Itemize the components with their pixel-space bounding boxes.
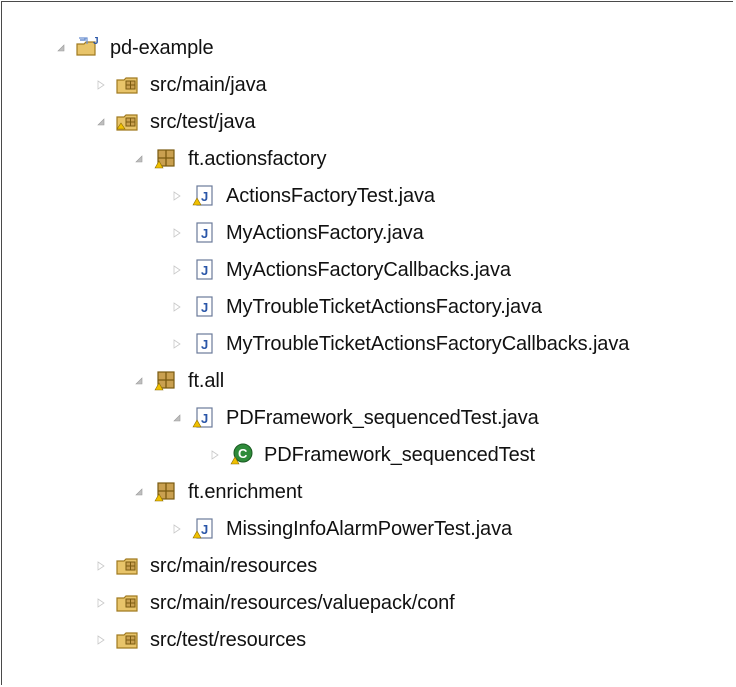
expanded-arrow-icon[interactable] xyxy=(130,372,148,390)
tree-item-file[interactable]: J MissingInfoAlarmPowerTest.java xyxy=(168,511,512,547)
expanded-arrow-icon[interactable] xyxy=(130,483,148,501)
tree-item-src-test-resources[interactable]: src/test/resources xyxy=(92,622,306,658)
source-folder-icon xyxy=(115,590,141,616)
java-file-icon: J xyxy=(191,294,217,320)
tree-item-label: ActionsFactoryTest.java xyxy=(226,184,435,207)
svg-text:J: J xyxy=(201,189,208,204)
tree-item-label: ft.actionsfactory xyxy=(188,147,327,170)
tree-item-src-main-resources[interactable]: src/main/resources xyxy=(92,548,317,584)
expanded-arrow-icon[interactable] xyxy=(168,409,186,427)
tree-item-label: ft.all xyxy=(188,369,225,392)
package-icon xyxy=(153,479,179,505)
java-file-icon: J xyxy=(191,331,217,357)
package-icon xyxy=(153,368,179,394)
tree-item-label: ft.enrichment xyxy=(188,480,303,503)
collapsed-arrow-icon[interactable] xyxy=(92,76,110,94)
tree-item-file[interactable]: J MyActionsFactory.java xyxy=(168,215,424,251)
tree-item-file[interactable]: J MyActionsFactoryCallbacks.java xyxy=(168,252,511,288)
tree-item-valuepack-conf[interactable]: src/main/resources/valuepack/conf xyxy=(92,585,455,621)
tree-item-label: MyActionsFactoryCallbacks.java xyxy=(226,258,511,281)
tree-item-label: MyTroubleTicketActionsFactory.java xyxy=(226,295,542,318)
tree-item-label: src/main/java xyxy=(150,73,267,96)
tree-item-label: src/test/java xyxy=(150,110,256,133)
collapsed-arrow-icon[interactable] xyxy=(168,298,186,316)
svg-text:J: J xyxy=(201,263,208,278)
java-file-icon: J xyxy=(191,257,217,283)
collapsed-arrow-icon[interactable] xyxy=(168,224,186,242)
tree-item-file[interactable]: J ActionsFactoryTest.java xyxy=(168,178,435,214)
source-folder-icon xyxy=(115,72,141,98)
collapsed-arrow-icon[interactable] xyxy=(168,187,186,205)
tree-item-package-all[interactable]: ft.all xyxy=(130,363,224,399)
collapsed-arrow-icon[interactable] xyxy=(92,594,110,612)
collapsed-arrow-icon[interactable] xyxy=(168,261,186,279)
collapsed-arrow-icon[interactable] xyxy=(92,557,110,575)
collapsed-arrow-icon[interactable] xyxy=(206,446,224,464)
java-project-icon: J xyxy=(75,35,101,61)
package-icon xyxy=(153,146,179,172)
expanded-arrow-icon[interactable] xyxy=(92,113,110,131)
java-file-icon: J xyxy=(191,220,217,246)
class-warning-icon: C xyxy=(229,442,255,468)
tree-item-label: src/main/resources xyxy=(150,554,318,577)
tree-item-src-main-java[interactable]: src/main/java xyxy=(92,67,267,103)
tree-item-class[interactable]: C PDFramework_sequencedTest xyxy=(206,437,535,473)
svg-text:J: J xyxy=(201,226,208,241)
source-folder-icon xyxy=(115,627,141,653)
java-file-warning-icon: J xyxy=(191,183,217,209)
tree-item-src-test-java[interactable]: src/test/java xyxy=(92,104,256,140)
tree-item-file[interactable]: J PDFramework_sequencedTest.java xyxy=(168,400,539,436)
svg-text:J: J xyxy=(201,411,208,426)
svg-text:J: J xyxy=(201,300,208,315)
svg-text:J: J xyxy=(201,337,208,352)
svg-text:J: J xyxy=(201,522,208,537)
tree-item-label: pd-example xyxy=(110,36,214,59)
java-file-warning-icon: J xyxy=(191,516,217,542)
expanded-arrow-icon[interactable] xyxy=(130,150,148,168)
tree-item-label: MyActionsFactory.java xyxy=(226,221,424,244)
svg-text:C: C xyxy=(238,446,248,461)
tree-item-label: PDFramework_sequencedTest xyxy=(264,443,535,466)
tree-item-label: src/main/resources/valuepack/conf xyxy=(150,591,455,614)
collapsed-arrow-icon[interactable] xyxy=(92,631,110,649)
svg-text:J: J xyxy=(93,36,99,47)
tree-item-label: src/test/resources xyxy=(150,628,307,651)
tree-item-label: MyTroubleTicketActionsFactoryCallbacks.j… xyxy=(226,332,630,355)
tree-item-label: PDFramework_sequencedTest.java xyxy=(226,406,539,429)
expanded-arrow-icon[interactable] xyxy=(52,39,70,57)
tree-item-package-enrichment[interactable]: ft.enrichment xyxy=(130,474,302,510)
collapsed-arrow-icon[interactable] xyxy=(168,335,186,353)
tree-item-project[interactable]: J pd-example xyxy=(52,30,214,66)
tree-item-file[interactable]: J MyTroubleTicketActionsFactory.java xyxy=(168,289,542,325)
tree-item-label: MissingInfoAlarmPowerTest.java xyxy=(226,517,512,540)
tree-item-file[interactable]: J MyTroubleTicketActionsFactoryCallbacks… xyxy=(168,326,629,362)
source-folder-icon xyxy=(115,109,141,135)
tree-item-package-actionsfactory[interactable]: ft.actionsfactory xyxy=(130,141,326,177)
java-file-warning-icon: J xyxy=(191,405,217,431)
collapsed-arrow-icon[interactable] xyxy=(168,520,186,538)
source-folder-icon xyxy=(115,553,141,579)
